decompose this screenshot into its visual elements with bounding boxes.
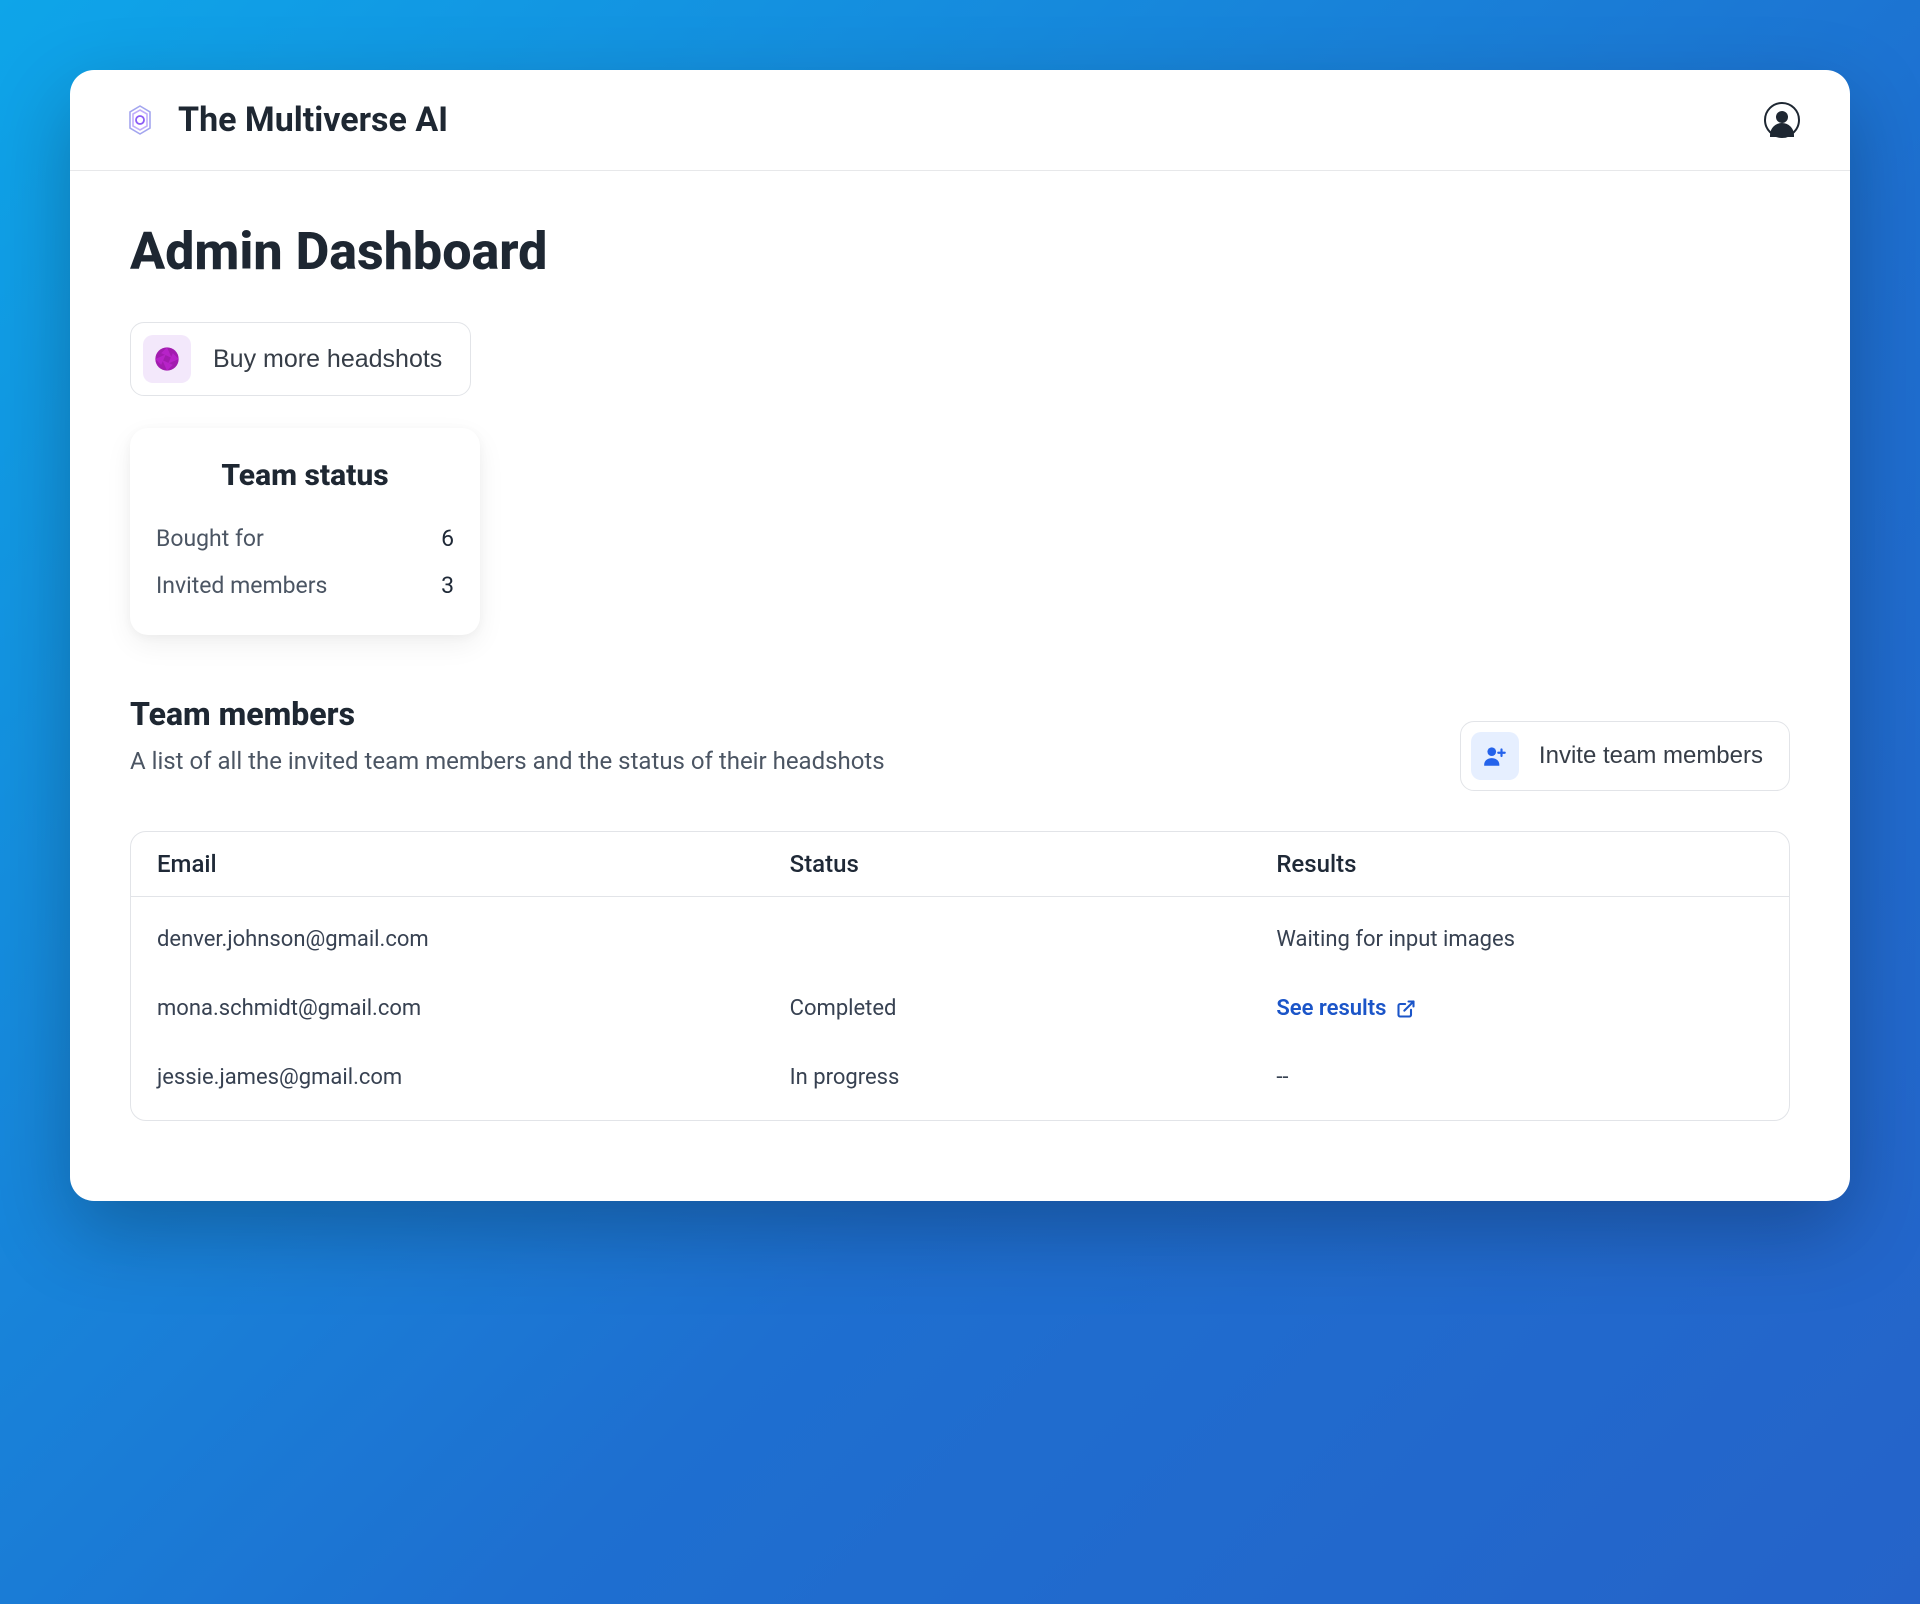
account-avatar-icon[interactable] bbox=[1764, 102, 1800, 138]
invite-team-members-button[interactable]: Invite team members bbox=[1460, 721, 1790, 791]
brand-name: The Multiverse AI bbox=[178, 100, 448, 140]
buy-more-headshots-label: Buy more headshots bbox=[213, 345, 442, 374]
col-results: Results bbox=[1276, 850, 1763, 878]
team-members-title: Team members bbox=[130, 695, 885, 733]
brand-logo-icon bbox=[120, 100, 160, 140]
status-value: 6 bbox=[441, 525, 454, 552]
buy-more-headshots-button[interactable]: Buy more headshots bbox=[130, 322, 471, 396]
status-row-bought: Bought for 6 bbox=[156, 515, 454, 562]
cell-results: Waiting for input images bbox=[1276, 927, 1763, 952]
see-results-label: See results bbox=[1276, 996, 1386, 1021]
team-members-table: Email Status Results denver.johnson@gmai… bbox=[130, 831, 1790, 1121]
cell-status: In progress bbox=[790, 1065, 1277, 1090]
table-head: Email Status Results bbox=[131, 832, 1789, 897]
team-status-title: Team status bbox=[156, 458, 454, 493]
cell-email: mona.schmidt@gmail.com bbox=[157, 996, 790, 1021]
cell-results: -- bbox=[1276, 1065, 1763, 1090]
external-link-icon bbox=[1396, 999, 1416, 1019]
app-window: The Multiverse AI Admin Dashboard Buy mo… bbox=[70, 70, 1850, 1201]
status-label: Bought for bbox=[156, 525, 264, 552]
cell-email: jessie.james@gmail.com bbox=[157, 1065, 790, 1090]
team-status-card: Team status Bought for 6 Invited members… bbox=[130, 428, 480, 635]
status-label: Invited members bbox=[156, 572, 327, 599]
team-members-subtitle: A list of all the invited team members a… bbox=[130, 747, 885, 775]
status-value: 3 bbox=[441, 572, 454, 599]
brand[interactable]: The Multiverse AI bbox=[120, 100, 448, 140]
cell-status bbox=[790, 927, 1277, 952]
invite-label: Invite team members bbox=[1539, 742, 1763, 770]
header: The Multiverse AI bbox=[70, 70, 1850, 171]
status-row-invited: Invited members 3 bbox=[156, 562, 454, 609]
table-row: jessie.james@gmail.com In progress -- bbox=[131, 1043, 1789, 1112]
cell-status: Completed bbox=[790, 996, 1277, 1021]
cell-email: denver.johnson@gmail.com bbox=[157, 927, 790, 952]
table-row: denver.johnson@gmail.com Waiting for inp… bbox=[131, 905, 1789, 974]
aperture-icon bbox=[143, 335, 191, 383]
person-plus-icon bbox=[1471, 732, 1519, 780]
main-content: Admin Dashboard Buy more headshots Team … bbox=[70, 171, 1850, 1201]
page-title: Admin Dashboard bbox=[130, 221, 1790, 282]
table-body: denver.johnson@gmail.com Waiting for inp… bbox=[131, 897, 1789, 1120]
col-email: Email bbox=[157, 850, 790, 878]
table-row: mona.schmidt@gmail.com Completed See res… bbox=[131, 974, 1789, 1043]
team-members-header: Team members A list of all the invited t… bbox=[130, 695, 1790, 791]
col-status: Status bbox=[790, 850, 1277, 878]
see-results-link[interactable]: See results bbox=[1276, 996, 1763, 1021]
